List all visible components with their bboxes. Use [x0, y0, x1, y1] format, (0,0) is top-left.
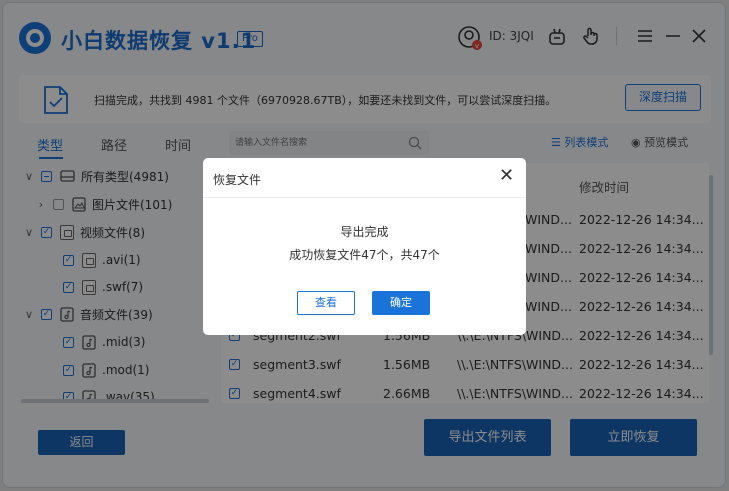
dialog-title: 恢复文件 [213, 173, 262, 187]
dialog-header: 恢复文件 ✕ [203, 158, 526, 198]
dialog-status-text: 导出完成 [340, 225, 389, 239]
view-button[interactable]: 查看 [297, 291, 355, 315]
recover-dialog: 恢复文件 ✕ 导出完成 成功恢复文件47个，共47个 查看 确定 [203, 158, 526, 335]
confirm-button[interactable]: 确定 [372, 291, 430, 315]
dialog-result-text: 成功恢复文件47个，共47个 [289, 248, 440, 262]
dialog-close-icon[interactable]: ✕ [499, 166, 514, 186]
